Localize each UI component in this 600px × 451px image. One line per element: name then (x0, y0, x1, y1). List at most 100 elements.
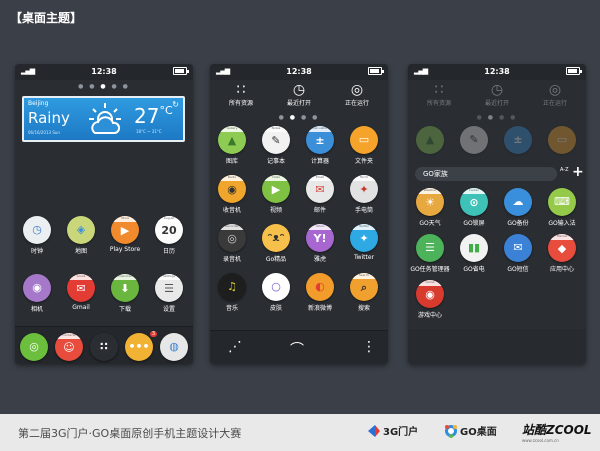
app-icon-item[interactable]: Market ◆ 应用中心 (542, 234, 582, 273)
app-label: 收音机 (222, 207, 241, 214)
app-symbol: ▲ (425, 133, 435, 146)
app-icon-item[interactable]: ◉ 相机 (17, 274, 57, 313)
app-icon-item[interactable]: Game ◉ 游戏中心 (410, 280, 450, 319)
app-label: 记事本 (266, 158, 285, 165)
app-icon-band: Settings (155, 274, 183, 280)
app-icon-item[interactable]: ◐ 新浪微博 (300, 273, 340, 312)
app-icon-band: Gmail (67, 274, 95, 280)
status-time: 12:38 (286, 67, 312, 76)
app-icon-item[interactable]: Gmail ✉ Gmail (61, 274, 101, 311)
app-label: 皮肤 (269, 305, 282, 312)
app-label: 相机 (30, 306, 43, 313)
more-menu-icon[interactable]: ⋮ (362, 339, 376, 355)
app-icon-band: Store (111, 216, 139, 222)
app-label: Twitter (353, 254, 375, 261)
app-icon-item[interactable]: ☰ GO任务管理器 (410, 234, 450, 273)
app-icon-band: August (155, 216, 183, 222)
sort-az-button[interactable]: A-Z (560, 167, 569, 173)
app-label: 应用中心 (549, 266, 574, 273)
speedometer-icon: ◎ (350, 82, 364, 98)
app-symbol: ☁ (512, 195, 524, 208)
app-icon: ± (504, 126, 532, 154)
app-icon-item[interactable]: Video ▶ 视频 (256, 175, 296, 214)
app-icon-band: Twitter (350, 224, 378, 230)
app-symbol: ☀ (425, 196, 435, 209)
phone-folder-open: ▂▄▆ 12:38 ∷ 所有资源 ◷ 最近打开 ◎ 正在运行 ● ● ● ● ▲… (408, 64, 586, 364)
app-icon: ○ (262, 273, 290, 301)
app-icon-item[interactable]: ✉ GO短信 (498, 234, 538, 273)
app-label: GO天气 (419, 220, 441, 227)
app-icon-item[interactable]: Locker ⊙ GO锁屏 (454, 188, 494, 227)
app-icon-item[interactable]: ▭ (542, 126, 582, 154)
app-icon-item[interactable]: ∷ (84, 333, 124, 361)
home-icon[interactable]: ⌒ (290, 339, 304, 359)
app-label: 日历 (162, 248, 175, 255)
app-icon-item[interactable]: Twitter ✦ Twitter (344, 224, 384, 261)
app-label: GO省电 (463, 266, 485, 273)
app-icon-item[interactable]: Download ⬇ 下载 (105, 274, 145, 313)
app-icon-item[interactable]: ± (498, 126, 538, 154)
app-icon-item[interactable]: Torch ✦ 手电筒 (344, 175, 384, 214)
app-icon-item[interactable]: ○ 皮肤 (256, 273, 296, 312)
tab-running[interactable]: ◎ 正在运行 (332, 82, 382, 107)
tab-all-resources[interactable]: ∷ 所有资源 (414, 82, 464, 107)
refresh-icon[interactable]: ↻ (172, 100, 179, 109)
tab-all-resources[interactable]: ∷ 所有资源 (216, 82, 266, 107)
app-icon-item[interactable]: Calculator ± 计算器 (300, 126, 340, 165)
app-icon: Download ⬇ (111, 274, 139, 302)
app-icon-item[interactable]: ☁ GO备份 (498, 188, 538, 227)
weather-widget[interactable]: Beijing Rainy 06/16/2013 Sun 27°C 18°C ~… (22, 96, 185, 142)
app-icon-item[interactable]: Notes ✎ 记事本 (256, 126, 296, 165)
app-icon-item[interactable]: Weather ☀ GO天气 (410, 188, 450, 227)
app-label: 图库 (225, 158, 238, 165)
app-icon-item[interactable]: Settings ☰ 设置 (149, 274, 189, 313)
app-icon-item[interactable]: Yahoo Y! 雅虎 (300, 224, 340, 263)
status-time: 12:38 (91, 67, 117, 76)
page-indicator: ● ● ● ● (476, 114, 518, 121)
drawer-tab-bar: ∷ 所有资源 ◷ 最近打开 ◎ 正在运行 (210, 80, 388, 110)
app-icon-item[interactable]: Store ▶ Play Store (105, 216, 145, 253)
app-icon-item[interactable]: ᵔᴥᵔ Go精品 (256, 224, 296, 263)
app-icon: ᵔᴥᵔ (262, 224, 290, 252)
app-icon-item[interactable]: ••• 3 (119, 331, 159, 361)
app-icon-band: Notes (262, 126, 290, 132)
app-icon-item[interactable]: Radio ◉ 收音机 (212, 175, 252, 214)
app-icon-item[interactable]: Contacts ☺ (49, 333, 89, 361)
app-icon-item[interactable]: Search ⌕ 搜索 (344, 273, 384, 312)
app-icon-item[interactable]: ✎ (454, 126, 494, 154)
app-icon-band: Locker (460, 188, 488, 194)
app-symbol: ∷ (100, 340, 108, 353)
app-label: 录音机 (222, 256, 241, 263)
add-app-button[interactable]: + (572, 164, 584, 180)
footer-banner: 第二届3G门户·GO桌面原创手机主题设计大赛 3G门户 GO桌面 站酷ZCOOL… (0, 414, 600, 451)
app-icon-band: Video (262, 175, 290, 181)
app-icon-item[interactable]: ◷ 时钟 (17, 216, 57, 255)
app-icon-item[interactable]: ▲ (410, 126, 450, 154)
drawer-tab-bar: ∷ 所有资源 ◷ 最近打开 ◎ 正在运行 (408, 80, 586, 110)
tab-running[interactable]: ◎ 正在运行 (530, 82, 580, 107)
app-icon-item[interactable]: ◍ (154, 333, 193, 361)
app-icon-item[interactable]: ▭ 文件夹 (344, 126, 384, 165)
app-icon: ◷ (23, 216, 51, 244)
app-symbol: ◷ (32, 223, 42, 236)
app-icon: Search ⌕ (350, 273, 378, 301)
app-icon-item[interactable]: Email ✉ 邮件 (300, 175, 340, 214)
app-label: 地图 (74, 248, 87, 255)
app-icon-item[interactable]: ◈ 地图 (61, 216, 101, 255)
app-icon-item[interactable]: ♫ 音乐 (212, 273, 252, 312)
tab-recent[interactable]: ◷ 最近打开 (472, 82, 522, 107)
folder-name-field[interactable]: GO家族 (415, 167, 557, 181)
status-bar: ▂▄▆ 12:38 (15, 64, 193, 80)
app-icon-item[interactable]: August 20 日历 (149, 216, 189, 255)
tab-recent[interactable]: ◷ 最近打开 (274, 82, 324, 107)
loading-dots-icon[interactable]: ⋰ (228, 339, 242, 355)
app-icon: ∷ (90, 333, 118, 361)
app-icon-item[interactable]: Recorder ◎ 录音机 (212, 224, 252, 263)
app-icon-item[interactable]: Gallery ▲ 图库 (212, 126, 252, 165)
app-icon-item[interactable]: ▮▮ GO省电 (454, 234, 494, 273)
app-symbol: ○ (271, 280, 281, 293)
app-icon-band: Gallery (218, 126, 246, 132)
app-symbol: Y! (313, 232, 327, 245)
app-icon: ◍ (160, 333, 188, 361)
app-icon-item[interactable]: ⌨ GO输入法 (542, 188, 582, 227)
